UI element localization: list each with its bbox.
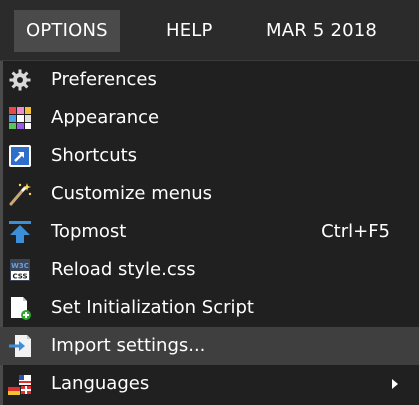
import-icon	[8, 334, 32, 358]
menu-item-label: Languages	[51, 373, 150, 394]
menu-item-appearance[interactable]: Appearance	[0, 99, 419, 137]
w3c-icon-text: W3C	[11, 262, 29, 270]
menu-item-label: Appearance	[51, 107, 160, 128]
menu-item-label: Customize menus	[51, 183, 213, 204]
magic-wand-icon	[8, 182, 32, 206]
menu-item-label: Reload style.css	[51, 259, 196, 280]
menu-item-set-init-script[interactable]: Set Initialization Script	[0, 289, 419, 327]
script-add-icon	[8, 296, 32, 320]
menu-item-label: Shortcuts	[51, 145, 138, 166]
options-dropdown-menu: Preferences Appearance Shortcuts Customi…	[0, 60, 419, 405]
menu-item-shortcuts[interactable]: Shortcuts	[0, 137, 419, 175]
css-icon-text: CSS	[12, 273, 27, 281]
gear-icon	[8, 68, 32, 92]
menu-item-label: Topmost	[51, 221, 127, 242]
menu-item-reload-style[interactable]: W3C CSS Reload style.css	[0, 251, 419, 289]
menu-date[interactable]: MAR 5 2018	[266, 10, 377, 52]
menu-item-label: Preferences	[51, 69, 157, 90]
submenu-arrow-icon	[392, 379, 398, 389]
menu-item-label: Import settings...	[51, 335, 206, 356]
css-file-icon: W3C CSS	[8, 258, 32, 282]
flags-icon	[8, 372, 32, 396]
shortcut-arrow-icon	[8, 144, 32, 168]
menu-item-label: Set Initialization Script	[51, 297, 254, 318]
menu-item-topmost[interactable]: Topmost Ctrl+F5	[0, 213, 419, 251]
menu-item-customize-menus[interactable]: Customize menus	[0, 175, 419, 213]
menu-help[interactable]: HELP	[166, 10, 213, 52]
menu-options[interactable]: OPTIONS	[14, 10, 120, 52]
menubar: OPTIONS HELP MAR 5 2018	[0, 0, 419, 60]
shortcut-text: Ctrl+F5	[321, 221, 390, 242]
palette-icon	[8, 106, 32, 130]
menu-item-languages[interactable]: Languages	[0, 365, 419, 403]
menu-item-import-settings[interactable]: Import settings...	[0, 327, 419, 365]
menu-item-preferences[interactable]: Preferences	[0, 61, 419, 99]
topmost-arrow-icon	[8, 220, 32, 244]
